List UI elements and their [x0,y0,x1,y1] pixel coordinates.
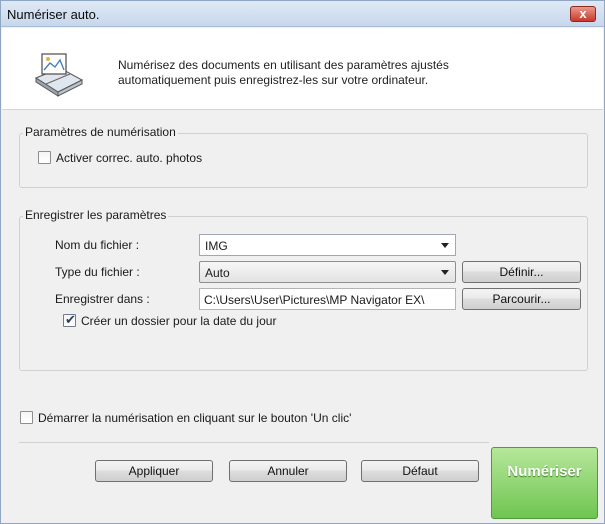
dialog-window: Numériser auto. x Numérisez des document… [0,0,605,524]
close-button[interactable]: x [570,6,596,22]
footer-divider [19,442,489,443]
auto-correct-checkbox[interactable] [38,151,51,164]
file-name-combobox[interactable]: IMG [199,234,456,256]
date-folder-checkbox[interactable]: ✔ [63,312,76,327]
chevron-down-icon [441,270,449,275]
scan-button[interactable]: Numériser [491,447,598,519]
default-button[interactable]: Défaut [361,460,479,482]
define-button[interactable]: Définir... [462,261,581,283]
scanner-icon [34,53,84,97]
apply-button[interactable]: Appliquer [95,460,213,482]
save-in-label: Enregistrer dans : [55,292,150,306]
file-type-value: Auto [205,266,230,280]
description-line-2: automatiquement puis enregistrez-les sur… [118,73,429,87]
title-bar[interactable]: Numériser auto. x [1,1,604,27]
save-in-field[interactable]: C:\Users\User\Pictures\MP Navigator EX\ [199,288,456,310]
chevron-down-icon [441,243,449,248]
file-type-label: Type du fichier : [55,265,140,279]
header-description: Numérisez des documents en utilisant des… [118,58,518,88]
window-title: Numériser auto. [7,7,100,22]
one-click-checkbox[interactable] [20,411,33,424]
auto-correct-label[interactable]: Activer correc. auto. photos [56,151,202,165]
save-in-value: C:\Users\User\Pictures\MP Navigator EX\ [204,293,425,307]
file-name-value: IMG [205,239,228,253]
file-name-label: Nom du fichier : [55,238,140,252]
one-click-label[interactable]: Démarrer la numérisation en cliquant sur… [38,411,351,425]
checkmark-icon: ✔ [65,312,76,327]
cancel-button[interactable]: Annuler [229,460,347,482]
save-settings-group-label: Enregistrer les paramètres [23,208,169,222]
date-folder-label[interactable]: Créer un dossier pour la date du jour [81,314,276,328]
description-line-1: Numérisez des documents en utilisant des… [118,58,449,72]
scan-settings-group-label: Paramètres de numérisation [23,125,178,139]
header-panel: Numérisez des documents en utilisant des… [2,28,603,110]
file-type-select[interactable]: Auto [199,261,456,283]
browse-button[interactable]: Parcourir... [462,288,581,310]
